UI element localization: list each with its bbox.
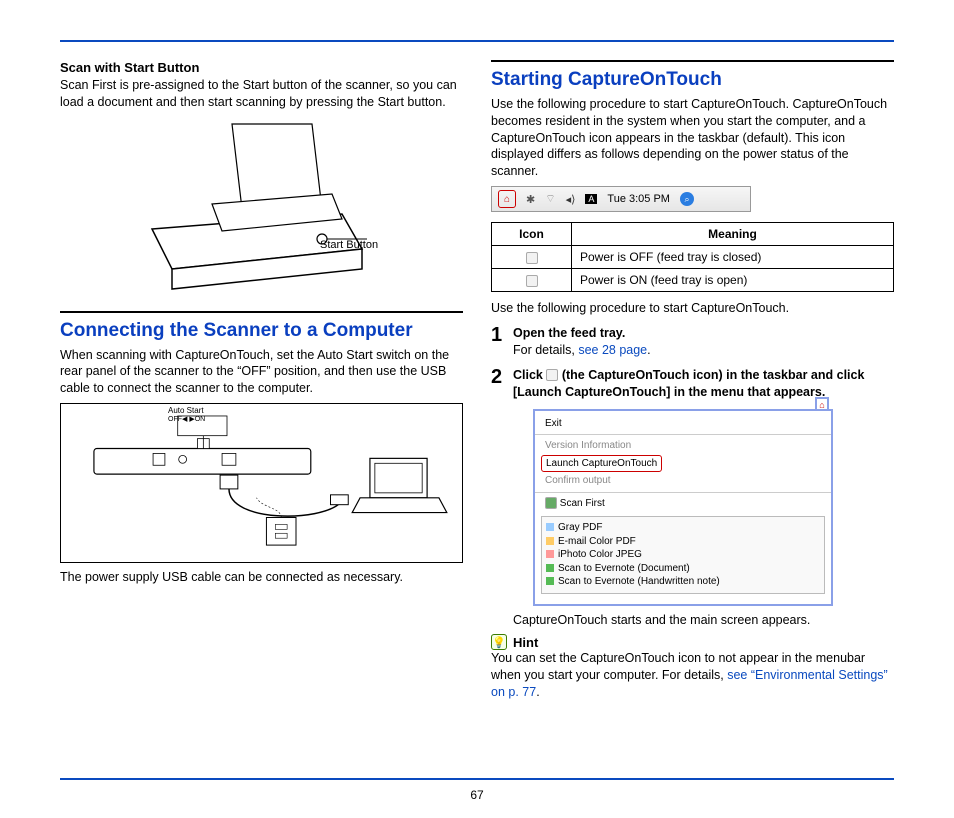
right-column: Starting CaptureOnTouch Use the followin… bbox=[491, 60, 894, 707]
icon-off bbox=[492, 246, 572, 269]
after-table-text: Use the following procedure to start Cap… bbox=[491, 300, 894, 317]
menu-confirm: Confirm output bbox=[535, 472, 831, 490]
hint-label: Hint bbox=[513, 635, 538, 650]
scanner-illustration bbox=[112, 119, 412, 299]
icon-on bbox=[492, 269, 572, 292]
connect-para: When scanning with CaptureOnTouch, set t… bbox=[60, 347, 463, 398]
menu-opt-evernote-note: Scan to Evernote (Handwritten note) bbox=[546, 575, 820, 589]
menu-exit: Exit bbox=[535, 415, 831, 433]
input-icon: A bbox=[585, 194, 597, 204]
table-row: Power is OFF (feed tray is closed) bbox=[492, 246, 894, 269]
step-2: 2 Click (the CaptureOnTouch icon) in the… bbox=[491, 367, 894, 629]
link-page-28[interactable]: see 28 page bbox=[578, 343, 647, 357]
menu-scan-first: Scan First bbox=[535, 495, 831, 513]
volume-icon: ◂⟩ bbox=[566, 193, 576, 206]
scanner-figure: Start Button bbox=[60, 119, 463, 299]
step-1: 1 Open the feed tray. For details, see 2… bbox=[491, 325, 894, 359]
left-column: Scan with Start Button Scan First is pre… bbox=[60, 60, 463, 707]
step-1-num: 1 bbox=[491, 325, 505, 345]
top-rule bbox=[60, 40, 894, 42]
menu-screenshot: ⌂ Exit Version Information Launch Captur… bbox=[533, 409, 833, 606]
auto-start-label: Auto Start OFF◀ ▶ON bbox=[168, 407, 205, 423]
spotlight-icon: ⌕ bbox=[680, 192, 694, 206]
menu-opt-email: E-mail Color PDF bbox=[546, 535, 820, 549]
th-icon: Icon bbox=[492, 223, 572, 246]
step-2-num: 2 bbox=[491, 367, 505, 387]
menu-subpanel: Gray PDF E-mail Color PDF iPhoto Color J… bbox=[541, 516, 825, 594]
bottom-rule bbox=[60, 778, 894, 780]
hint-icon: 💡 bbox=[491, 634, 507, 650]
step-1-detail: For details, see 28 page. bbox=[513, 342, 651, 359]
starting-heading: Starting CaptureOnTouch bbox=[491, 68, 894, 92]
menu-anchor-icon: ⌂ bbox=[815, 397, 829, 411]
page-number: 67 bbox=[0, 788, 954, 802]
menu-launch-highlight: Launch CaptureOnTouch bbox=[541, 455, 662, 473]
scan-start-button-heading: Scan with Start Button bbox=[60, 60, 463, 75]
connection-caption: The power supply USB cable can be connec… bbox=[60, 569, 463, 586]
section-rule-right bbox=[491, 60, 894, 62]
wifi-icon: ⌔ bbox=[545, 192, 555, 206]
meaning-on: Power is ON (feed tray is open) bbox=[572, 269, 894, 292]
menu-version: Version Information bbox=[535, 437, 831, 455]
captureontouch-tray-icon: ⌂ bbox=[498, 190, 516, 208]
menubar-screenshot: ⌂ ✱ ⌔ ◂⟩ A Tue 3:05 PM ⌕ bbox=[491, 186, 751, 212]
connection-diagram: Auto Start OFF◀ ▶ON bbox=[60, 403, 463, 563]
connection-svg bbox=[71, 414, 452, 552]
meaning-off: Power is OFF (feed tray is closed) bbox=[572, 246, 894, 269]
section-rule-left bbox=[60, 311, 463, 313]
th-meaning: Meaning bbox=[572, 223, 894, 246]
menu-opt-iphoto: iPhoto Color JPEG bbox=[546, 548, 820, 562]
icon-meaning-table: Icon Meaning Power is OFF (feed tray is … bbox=[491, 222, 894, 292]
step-1-title: Open the feed tray. bbox=[513, 325, 651, 342]
content-columns: Scan with Start Button Scan First is pre… bbox=[60, 60, 894, 707]
start-button-label: Start Button bbox=[320, 239, 378, 251]
table-row: Power is ON (feed tray is open) bbox=[492, 269, 894, 292]
step-2-title: Click (the CaptureOnTouch icon) in the t… bbox=[513, 367, 894, 401]
starting-intro: Use the following procedure to start Cap… bbox=[491, 96, 894, 180]
clock-text: Tue 3:05 PM bbox=[607, 193, 670, 205]
captureontouch-icon-inline bbox=[546, 369, 558, 381]
connect-heading: Connecting the Scanner to a Computer bbox=[60, 319, 463, 343]
bluetooth-icon: ✱ bbox=[526, 193, 535, 206]
hint-row: 💡 Hint bbox=[491, 634, 894, 650]
menu-opt-evernote-doc: Scan to Evernote (Document) bbox=[546, 562, 820, 576]
after-menu-text: CaptureOnTouch starts and the main scree… bbox=[513, 612, 894, 629]
hint-text: You can set the CaptureOnTouch icon to n… bbox=[491, 650, 894, 701]
menu-opt-gray: Gray PDF bbox=[546, 521, 820, 535]
scan-start-button-text: Scan First is pre-assigned to the Start … bbox=[60, 77, 463, 111]
